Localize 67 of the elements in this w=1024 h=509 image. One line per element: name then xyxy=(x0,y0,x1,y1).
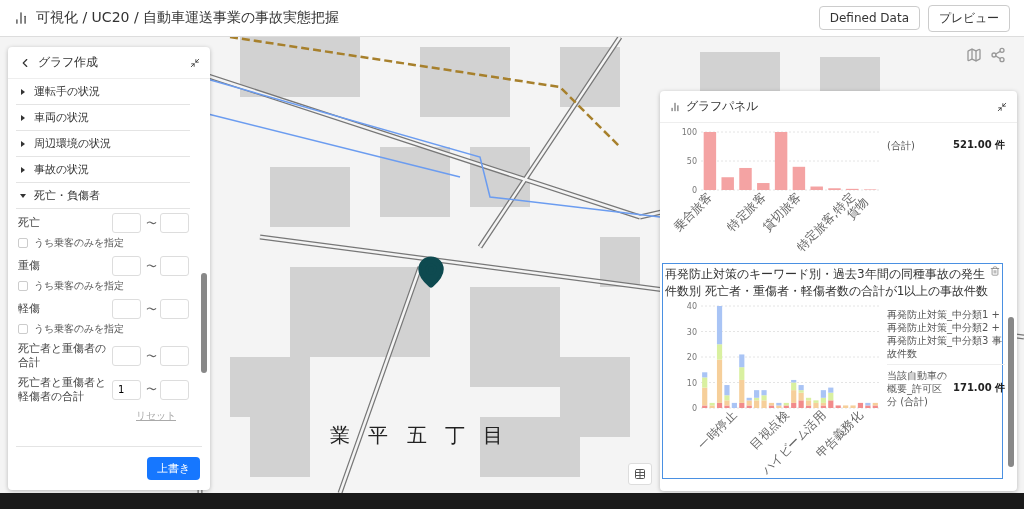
axis-tick-label: 0 xyxy=(691,186,697,195)
axis-tick-label: 10 xyxy=(686,378,697,388)
summary-value: 521.00 件 xyxy=(953,138,1005,152)
field-label: 軽傷 xyxy=(18,301,41,317)
legend-text: 再発防止対策_中分類1 + 再発防止対策_中分類2 + 再発防止対策_中分類3 事故件数 xyxy=(887,307,1003,360)
delete-icon[interactable] xyxy=(990,266,1000,276)
table-icon xyxy=(634,468,646,480)
axis-tick-label: 40 xyxy=(686,301,697,311)
summary-label: 当該自動車の概要_許可区分 (合計) xyxy=(887,368,947,408)
bar xyxy=(810,186,823,190)
table-button[interactable] xyxy=(628,463,652,485)
section-header[interactable]: 死亡・負傷者 xyxy=(16,183,190,209)
collapse-icon[interactable] xyxy=(190,57,200,68)
panel-title: グラフパネル xyxy=(686,98,759,115)
passenger-only-checkbox[interactable]: うち乗客のみを指定 xyxy=(16,234,190,252)
collapse-icon[interactable] xyxy=(997,101,1007,112)
section-header[interactable]: 車両の状況 xyxy=(16,105,190,131)
range-separator: 〜 xyxy=(144,348,158,364)
min-input[interactable]: 1 xyxy=(112,379,141,400)
place-label: 業 平 五 丁 目 xyxy=(330,422,510,449)
overwrite-button[interactable]: 上書き xyxy=(147,457,200,480)
field-label: 死亡者と重傷者の合計 xyxy=(18,342,107,371)
map-icon[interactable] xyxy=(966,47,982,63)
bar xyxy=(721,177,734,190)
network-icon[interactable] xyxy=(990,47,1006,63)
header-button[interactable]: Defined Data xyxy=(818,6,920,30)
bar xyxy=(757,183,770,190)
range-separator: 〜 xyxy=(144,301,158,317)
range-separator: 〜 xyxy=(144,215,158,231)
section-header[interactable]: 周辺環境の状況 xyxy=(16,131,190,157)
axis-tick-label: 100 xyxy=(681,128,697,137)
axis-tick-label: 0 xyxy=(691,403,697,413)
summary-label: (合計) xyxy=(887,138,916,152)
max-input[interactable] xyxy=(160,213,189,233)
max-input[interactable] xyxy=(160,299,189,319)
range-separator: 〜 xyxy=(144,382,158,398)
axis-tick-label: 30 xyxy=(686,327,697,337)
range-separator: 〜 xyxy=(144,258,158,274)
passenger-only-checkbox[interactable]: うち乗客のみを指定 xyxy=(16,320,190,338)
chart-title: 再発防止対策のキーワード別・過去3年間の同種事故の発生件数別 死亡者・重傷者・軽傷者数の合計が1以上の事故件数 xyxy=(665,266,990,300)
axis-tick-label: 20 xyxy=(686,352,697,362)
breadcrumb: 可視化 / UC20 / 自動車運送事業の事故実態把握 xyxy=(36,9,341,27)
min-input[interactable] xyxy=(112,346,141,367)
chart-icon xyxy=(670,101,680,112)
field-label: 死亡 xyxy=(18,215,41,231)
section-header[interactable]: 事故の状況 xyxy=(16,157,190,183)
min-input[interactable] xyxy=(112,213,141,233)
bar xyxy=(703,132,717,190)
bar xyxy=(739,167,752,190)
chart-card[interactable]: 0 50 100 乗合旅客 特定旅客 貸切旅客 特定旅客,特定貨物 (合計) 521.00 件 xyxy=(662,123,1003,261)
scrollbar-thumb[interactable] xyxy=(201,273,207,373)
min-input[interactable] xyxy=(112,256,141,276)
max-input[interactable] xyxy=(160,379,189,400)
scrollbar-thumb[interactable] xyxy=(1008,317,1014,467)
section-header[interactable]: 運転手の状況 xyxy=(16,79,190,105)
axis-tick-label: 50 xyxy=(686,157,697,166)
passenger-only-checkbox[interactable]: うち乗客のみを指定 xyxy=(16,277,190,295)
panel-title: グラフ作成 xyxy=(38,54,99,71)
max-input[interactable] xyxy=(160,256,189,276)
max-input[interactable] xyxy=(160,346,189,367)
header-button[interactable]: プレビュー xyxy=(928,4,1010,32)
bar xyxy=(774,132,788,190)
field-label: 死亡者と重傷者と軽傷者の合計 xyxy=(18,375,107,405)
field-label: 重傷 xyxy=(18,258,41,274)
bar xyxy=(792,166,806,190)
min-input[interactable] xyxy=(112,299,141,319)
chart-icon xyxy=(14,11,28,25)
